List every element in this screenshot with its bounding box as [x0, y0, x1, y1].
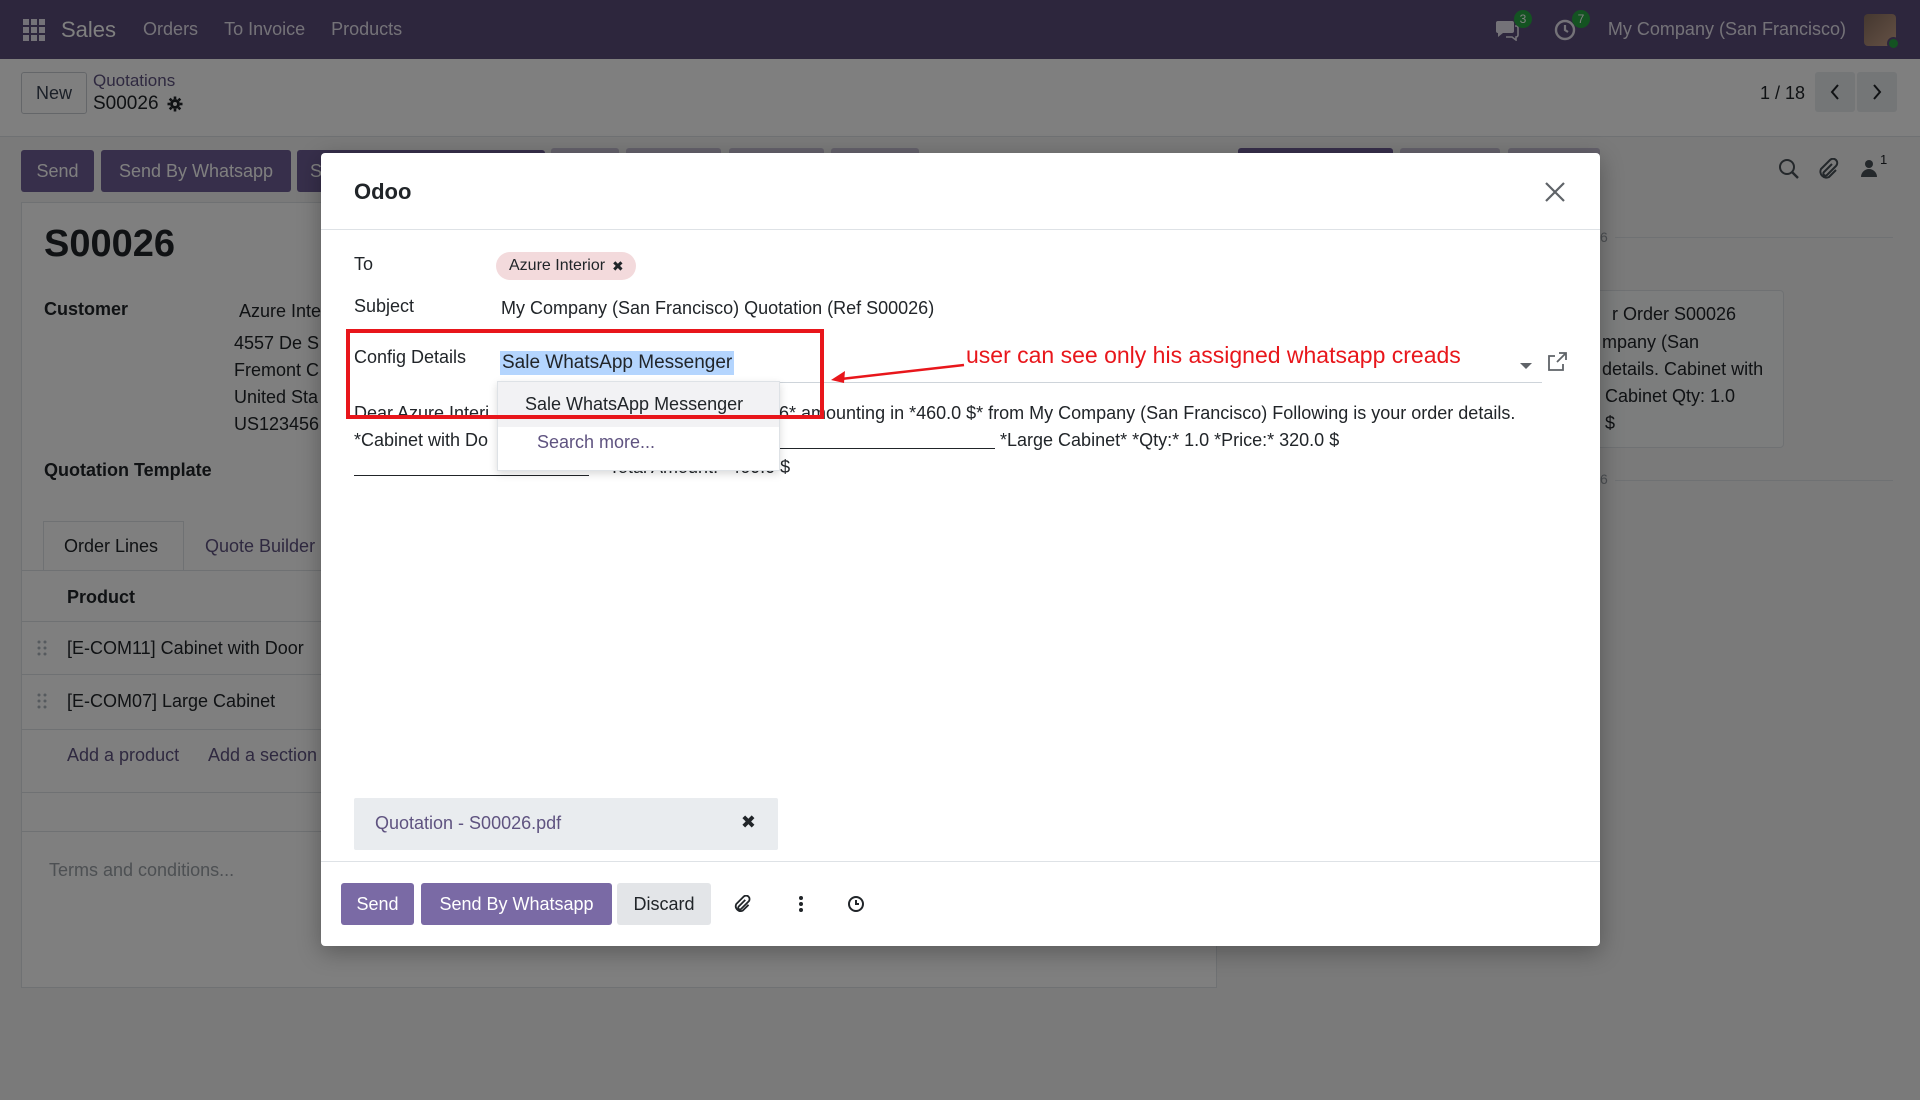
- search-more-link[interactable]: Search more...: [537, 432, 655, 453]
- discard-button[interactable]: Discard: [617, 883, 711, 925]
- dropdown-option[interactable]: Sale WhatsApp Messenger: [498, 382, 779, 427]
- compose-dialog: Odoo To Azure Interior ✖ Subject My Comp…: [321, 153, 1600, 946]
- attach-file-icon[interactable]: [730, 892, 754, 916]
- send-by-whatsapp-button[interactable]: Send By Whatsapp: [421, 883, 612, 925]
- dialog-footer: Send Send By Whatsapp Discard: [321, 861, 1600, 946]
- schedule-clock-icon[interactable]: [844, 892, 868, 916]
- attachment-name[interactable]: Quotation - S00026.pdf: [375, 813, 561, 834]
- config-dropdown-menu: Sale WhatsApp Messenger Search more...: [497, 381, 780, 471]
- body-text[interactable]: *Cabinet with Do: [354, 430, 488, 451]
- send-button[interactable]: Send: [341, 883, 414, 925]
- dropdown-caret-icon[interactable]: [1520, 363, 1532, 369]
- external-link-icon[interactable]: [1545, 350, 1569, 374]
- to-label: To: [354, 254, 374, 274]
- subject-label: Subject: [354, 296, 415, 316]
- body-text[interactable]: Dear Azure Interi: [354, 403, 489, 424]
- attachment-chip: Quotation - S00026.pdf ✖: [354, 798, 778, 850]
- body-separator: [354, 475, 589, 476]
- recipient-name: Azure Interior: [509, 257, 606, 274]
- more-options-icon[interactable]: [789, 892, 813, 916]
- config-details-label: Config Details: [354, 347, 467, 367]
- body-separator: [778, 448, 995, 449]
- annotation-text: user can see only his assigned whatsapp …: [966, 342, 1461, 368]
- subject-field[interactable]: My Company (San Francisco) Quotation (Re…: [501, 298, 934, 319]
- remove-tag-icon[interactable]: ✖: [612, 258, 624, 275]
- body-text[interactable]: *Large Cabinet* *Qty:* 1.0 *Price:* 320.…: [1000, 430, 1339, 451]
- dialog-title: Odoo: [354, 179, 412, 204]
- remove-attachment-icon[interactable]: ✖: [741, 812, 756, 833]
- body-text[interactable]: 6* amounting in *460.0 $* from My Compan…: [779, 403, 1515, 424]
- dialog-header: Odoo: [321, 153, 1600, 230]
- config-details-value[interactable]: Sale WhatsApp Messenger: [500, 351, 735, 375]
- recipient-tag: Azure Interior ✖: [496, 252, 636, 280]
- annotation-arrow: [831, 363, 965, 383]
- close-icon[interactable]: [1540, 177, 1570, 207]
